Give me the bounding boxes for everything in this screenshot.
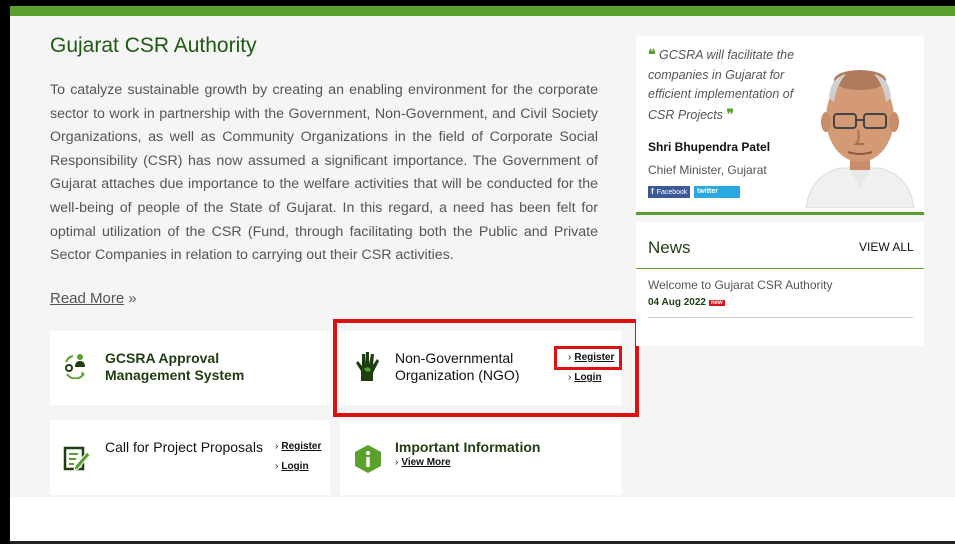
read-more-link[interactable]: Read More»: [50, 290, 137, 307]
quote-divider: [636, 212, 924, 215]
news-item-date: 04 Aug 2022 new: [648, 297, 725, 308]
top-green-bar: [10, 6, 955, 16]
footer-area: [10, 497, 955, 544]
open-quote-icon: ❝: [648, 46, 656, 62]
gcsra-title-line2[interactable]: Management System: [105, 367, 244, 384]
project-proposals-card: Call for Project Proposals › Register › Lo…: [50, 420, 330, 495]
news-date-text: 04 Aug 2022: [648, 297, 706, 308]
info-card-title[interactable]: Important Information: [395, 439, 540, 456]
news-item-separator: [648, 317, 913, 318]
edit-document-icon: [63, 446, 91, 471]
page-title: Gujarat CSR Authority: [50, 34, 257, 57]
proposals-card-title: Call for Project Proposals: [105, 439, 263, 455]
proposals-register-link[interactable]: › Register: [275, 441, 321, 452]
chief-minister-portrait: [796, 58, 924, 208]
quote-body: GCSRA will facilitate the companies in G…: [648, 48, 795, 122]
double-chevron-right-icon: »: [128, 290, 137, 307]
proposals-register-label[interactable]: Register: [281, 441, 321, 452]
read-more-label[interactable]: Read More: [50, 290, 124, 307]
important-information-card: Important Information › View More: [340, 420, 621, 495]
gcsra-approval-card[interactable]: GCSRA Approval Management System: [50, 331, 330, 405]
news-item-link[interactable]: Welcome to Gujarat CSR Authority: [648, 278, 833, 292]
chevron-right-icon: ›: [395, 457, 399, 468]
view-more-label[interactable]: View More: [401, 457, 450, 468]
facebook-button[interactable]: f Facebook: [648, 186, 690, 198]
page-frame: Gujarat CSR Authority To catalyze sustai…: [0, 0, 955, 544]
people-cycle-icon: [65, 354, 85, 379]
person-name: Shri Bhupendra Patel: [648, 140, 771, 154]
info-icon: [355, 445, 381, 473]
view-more-link[interactable]: › View More: [395, 457, 451, 468]
twitter-label[interactable]: twitter: [697, 188, 718, 195]
new-badge: new: [709, 300, 725, 306]
news-divider: [636, 268, 924, 269]
proposals-login-link[interactable]: › Login: [275, 461, 309, 472]
facebook-icon: f: [651, 187, 654, 196]
view-all-link[interactable]: VIEW ALL: [859, 240, 914, 254]
gcsra-title-line1[interactable]: GCSRA Approval: [105, 350, 244, 367]
quote-text: ❝ GCSRA will facilitate the companies in…: [648, 45, 808, 125]
news-title: News: [648, 238, 691, 257]
twitter-button[interactable]: twitter: [694, 186, 740, 198]
facebook-label[interactable]: Facebook: [657, 189, 688, 196]
top-border: [0, 0, 955, 16]
gcsra-card-title[interactable]: GCSRA Approval Management System: [105, 350, 244, 384]
close-quote-icon: ❞: [726, 105, 735, 122]
left-border: [0, 0, 10, 544]
register-highlight-box: [554, 346, 622, 370]
chevron-right-icon: ›: [275, 461, 279, 472]
person-role: Chief Minister, Gujarat: [648, 163, 767, 177]
intro-paragraph: To catalyze sustainable growth by creati…: [50, 82, 598, 264]
chevron-right-icon: ›: [275, 441, 279, 452]
proposals-login-label[interactable]: Login: [281, 461, 308, 472]
